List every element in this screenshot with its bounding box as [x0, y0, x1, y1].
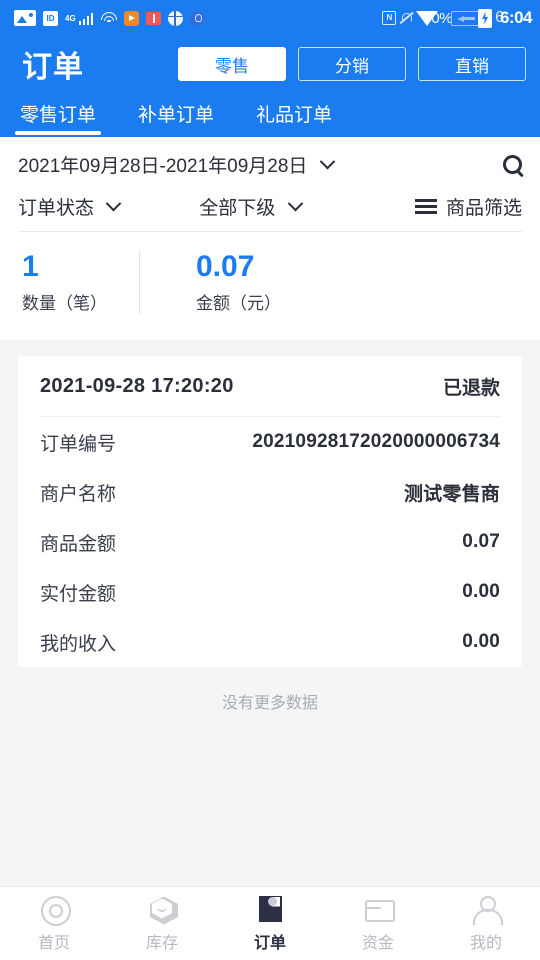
paid-amount-value: 0.00	[462, 581, 500, 602]
page-title: 订单	[22, 51, 84, 84]
search-button[interactable]	[503, 154, 522, 174]
id-icon: ID	[43, 10, 58, 26]
secondary-filter-row: 订单状态 全部下级 商品筛选	[0, 187, 540, 231]
clock-ghost: 6	[495, 9, 504, 26]
chevron-down-icon	[106, 195, 122, 211]
status-bar: ID 4G N 0% 6 6:04	[0, 0, 540, 36]
home-icon	[39, 895, 71, 926]
date-filter-row: 2021年09月28日-2021年09月28日	[0, 141, 540, 187]
header-top-bar: 订单 零售 分销 直销	[0, 36, 540, 94]
nav-item-orders[interactable]: 订单	[216, 895, 324, 953]
photo-icon	[14, 10, 36, 26]
order-card-header: 2021-09-28 17:20:20 已退款	[40, 356, 500, 416]
nav-item-inventory[interactable]: 库存	[108, 895, 216, 953]
nav-item-home[interactable]: 首页	[0, 895, 108, 953]
segment-retail[interactable]: 零售	[178, 47, 286, 81]
filter-bar: 2021年09月28日-2021年09月28日 订单状态 全部下级 商品筛选 1…	[0, 137, 540, 340]
nav-label-funds: 资金	[361, 934, 394, 952]
date-range-label: 2021年09月28日-2021年09月28日	[18, 155, 308, 177]
channel-segmented-control: 零售 分销 直销	[178, 47, 526, 81]
order-status-dropdown[interactable]: 订单状态	[18, 193, 122, 220]
bulb-icon	[190, 10, 206, 26]
battery-percent: 0%	[431, 9, 453, 27]
table-row: 商户名称 测试零售商	[40, 467, 500, 517]
segment-direct[interactable]: 直销	[418, 47, 526, 81]
nav-label-home: 首页	[37, 934, 70, 952]
table-row: 我的收入 0.00	[40, 617, 500, 667]
order-list: 2021-09-28 17:20:20 已退款 订单编号 20210928172…	[0, 340, 540, 886]
date-range-selector[interactable]: 2021年09月28日-2021年09月28日	[18, 151, 335, 178]
segment-distribution[interactable]: 分销	[298, 47, 406, 81]
battery-charging-icon	[451, 10, 482, 26]
clock-time: 6:04	[499, 8, 533, 27]
stat-count-value: 1	[22, 250, 39, 283]
table-row: 订单编号 20210928172020000006734	[40, 417, 500, 467]
book-icon	[146, 11, 162, 25]
tab-retail-orders[interactable]: 零售订单	[14, 94, 102, 137]
signal-icon	[78, 12, 94, 25]
profile-icon	[471, 895, 503, 925]
search-icon	[503, 154, 522, 174]
stat-count-label: 数量（笔）	[22, 294, 107, 313]
list-footer-text: 没有更多数据	[221, 695, 318, 712]
wifi-icon	[100, 11, 117, 25]
merchant-name-value: 测试零售商	[403, 483, 500, 505]
nav-item-funds[interactable]: 资金	[324, 895, 432, 953]
goods-amount-label: 商品金额	[40, 533, 117, 555]
status-badge: 已退款	[442, 377, 500, 399]
status-bar-left-icons: ID 4G	[14, 10, 206, 26]
order-status-label: 订单状态	[18, 197, 95, 219]
app-header: 订单 零售 分销 直销 零售订单 补单订单 礼品订单	[0, 36, 540, 137]
tab-gift-orders[interactable]: 礼品订单	[254, 94, 334, 137]
paid-amount-label: 实付金额	[40, 583, 117, 605]
table-row: 商品金额 0.07	[40, 517, 500, 567]
status-bar-right-icons: N 0% 6 6:04	[382, 8, 533, 28]
order-no-value: 20210928172020000006734	[252, 431, 500, 452]
subordinate-label: 全部下级	[199, 197, 276, 219]
my-income-value: 0.00	[462, 631, 500, 652]
subordinate-dropdown[interactable]: 全部下级	[199, 193, 303, 220]
order-datetime: 2021-09-28 17:20:20	[40, 374, 234, 397]
stat-amount-label: 金额（元）	[196, 294, 281, 313]
order-no-label: 订单编号	[40, 433, 117, 455]
filter-lines-icon	[414, 198, 437, 214]
nfc-icon: N	[382, 11, 397, 25]
nav-label-orders: 订单	[253, 934, 286, 952]
nav-item-profile[interactable]: 我的	[432, 895, 540, 953]
merchant-name-label: 商户名称	[40, 483, 117, 505]
app-screen: ID 4G N 0% 6 6:04 订单 零售 分销 直销 零售订单 补单订单 …	[0, 0, 540, 960]
order-card[interactable]: 2021-09-28 17:20:20 已退款 订单编号 20210928172…	[18, 356, 522, 667]
goods-amount-value: 0.07	[462, 531, 500, 552]
stat-amount-value: 0.07	[196, 250, 255, 283]
battery-icon	[478, 8, 493, 28]
goods-filter-label: 商品筛选	[445, 197, 522, 219]
nav-label-profile: 我的	[469, 934, 502, 952]
orders-icon	[255, 895, 285, 923]
table-row: 实付金额 0.00	[40, 567, 500, 617]
my-income-label: 我的收入	[40, 633, 117, 655]
stat-order-amount: 0.07 金额（元）	[139, 250, 307, 314]
4g-icon: 4G	[65, 13, 76, 23]
tab-supplement-orders[interactable]: 补单订单	[136, 94, 216, 137]
chevron-down-icon	[319, 153, 335, 169]
nav-label-inventory: 库存	[145, 934, 178, 952]
play-icon	[124, 10, 140, 26]
inventory-icon	[147, 895, 177, 923]
bottom-navigation: 首页 库存 订单 资金 我的	[0, 886, 540, 960]
stat-order-count: 1 数量（笔）	[22, 250, 133, 314]
goods-filter-button[interactable]: 商品筛选	[414, 193, 522, 220]
globe-icon	[168, 10, 184, 26]
summary-stats: 1 数量（笔） 0.07 金额（元）	[0, 232, 540, 340]
funds-icon	[363, 895, 395, 923]
chevron-down-icon	[287, 195, 303, 211]
order-type-tabs: 零售订单 补单订单 礼品订单	[0, 94, 540, 137]
bell-mute-icon	[399, 11, 413, 25]
